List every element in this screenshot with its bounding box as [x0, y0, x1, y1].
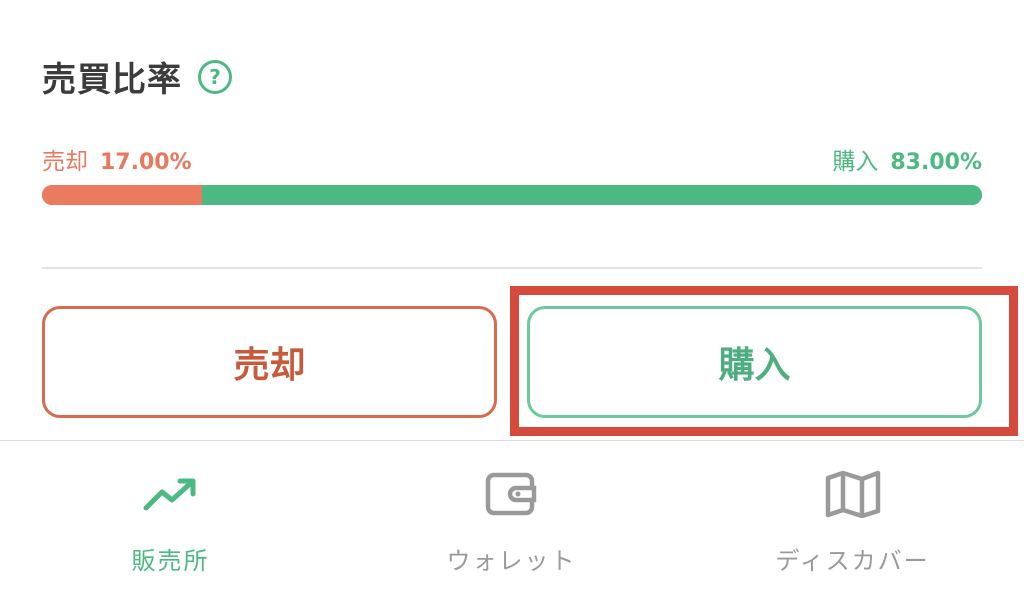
nav-item-wallet[interactable]: ウォレット — [341, 441, 682, 600]
buy-ratio-caption: 購入 — [832, 149, 879, 175]
buy-ratio-percent: 83.00% — [890, 150, 982, 175]
question-circle-icon[interactable]: ? — [198, 59, 232, 94]
ratio-title: 売買比率 — [42, 60, 182, 100]
nav-label-discover: ディスカバー — [775, 547, 930, 575]
bottom-nav: 販売所 ウォレット ディスカバー — [0, 440, 1024, 600]
ratio-bar-sell-segment — [42, 185, 202, 205]
nav-label-wallet: ウォレット — [446, 547, 577, 575]
ratio-header: 売買比率 ? — [42, 52, 232, 101]
wallet-icon — [482, 469, 542, 519]
trade-ratio-screen: 売買比率 ? 売却 17.00% 購入 83.00% 売却 購入 販売所 ウォレ… — [0, 0, 1024, 600]
sell-ratio-percent: 17.00% — [100, 150, 192, 175]
divider — [42, 267, 982, 269]
nav-label-exchange: 販売所 — [131, 547, 210, 575]
ratio-bar-buy-segment — [201, 185, 982, 205]
map-icon — [823, 469, 883, 519]
buy-ratio-label: 購入 83.00% — [832, 142, 982, 176]
nav-item-discover[interactable]: ディスカバー — [682, 441, 1023, 600]
sell-ratio-caption: 売却 — [42, 149, 88, 175]
buy-button[interactable]: 購入 — [527, 306, 982, 418]
trending-up-icon — [141, 469, 201, 519]
nav-item-exchange[interactable]: 販売所 — [0, 441, 341, 600]
sell-ratio-label: 売却 17.00% — [42, 142, 192, 176]
sell-button[interactable]: 売却 — [42, 306, 497, 418]
ratio-bar — [42, 185, 982, 205]
